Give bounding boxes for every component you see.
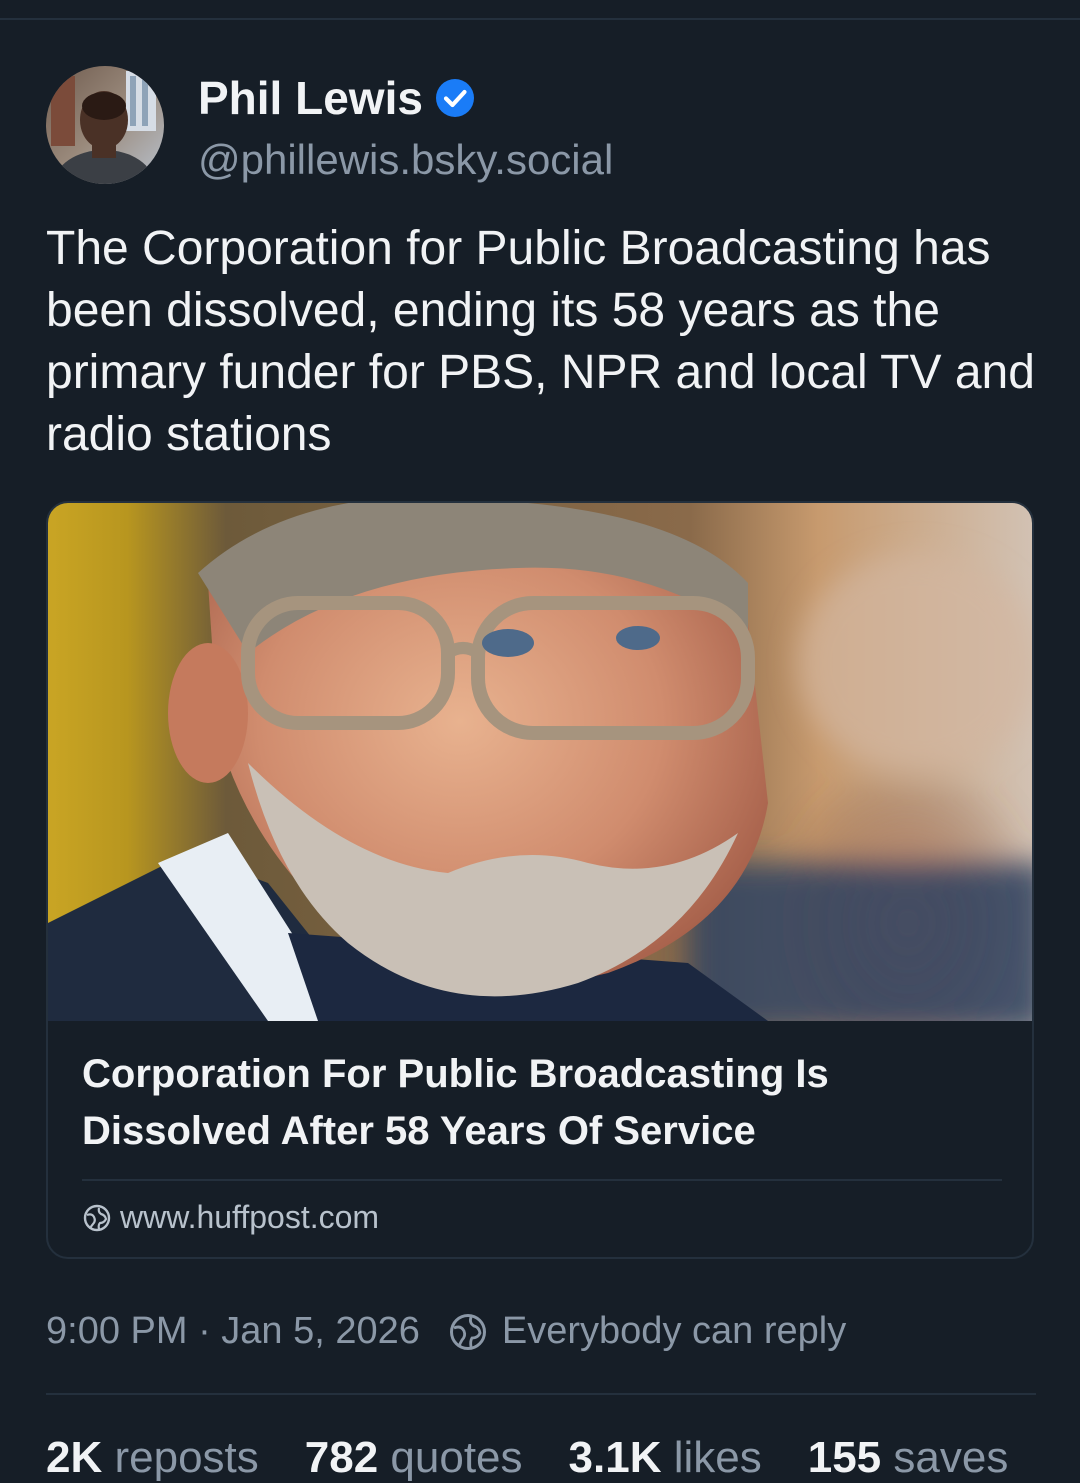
quotes-label: quotes bbox=[390, 1433, 523, 1482]
globe-icon bbox=[448, 1312, 488, 1352]
link-card-domain: www.huffpost.com bbox=[120, 1199, 380, 1235]
divider bbox=[0, 18, 1080, 20]
quotes-stat[interactable]: 782 quotes bbox=[305, 1433, 523, 1483]
likes-stat[interactable]: 3.1K likes bbox=[569, 1433, 762, 1483]
reposts-count: 2K bbox=[46, 1433, 115, 1482]
reply-setting[interactable]: Everybody can reply bbox=[502, 1310, 846, 1353]
likes-count: 3.1K bbox=[568, 1433, 674, 1482]
globe-icon bbox=[82, 1203, 112, 1233]
saves-label: saves bbox=[893, 1433, 1009, 1482]
avatar[interactable] bbox=[46, 66, 164, 184]
saves-count: 155 bbox=[807, 1433, 894, 1482]
quotes-count: 782 bbox=[304, 1433, 391, 1482]
reposts-label: reposts bbox=[114, 1433, 259, 1482]
link-card-title[interactable]: Corporation For Public Broadcasting Is D… bbox=[82, 1046, 982, 1160]
divider bbox=[82, 1179, 1002, 1181]
author-meta: Phil Lewis @phillewis.bsky.social bbox=[198, 66, 613, 186]
divider bbox=[46, 1393, 1036, 1395]
reposts-stat[interactable]: 2K reposts bbox=[46, 1433, 259, 1483]
link-card[interactable]: Corporation For Public Broadcasting Is D… bbox=[46, 501, 1034, 1259]
post-thread-view: Phil Lewis @phillewis.bsky.social The Co… bbox=[0, 0, 1080, 1483]
likes-label: likes bbox=[673, 1433, 762, 1482]
post-author[interactable]: Phil Lewis @phillewis.bsky.social bbox=[46, 66, 613, 186]
author-display-name[interactable]: Phil Lewis bbox=[198, 70, 423, 126]
link-card-thumbnail bbox=[48, 503, 1032, 1093]
link-card-domain-row: www.huffpost.com bbox=[82, 1199, 379, 1236]
post-meta-row: 9:00 PM · Jan 5, 2026 Everybody can repl… bbox=[46, 1310, 846, 1353]
author-handle[interactable]: @phillewis.bsky.social bbox=[198, 134, 613, 186]
name-line: Phil Lewis bbox=[198, 70, 613, 126]
post-timestamp: 9:00 PM · Jan 5, 2026 bbox=[46, 1310, 420, 1352]
saves-stat[interactable]: 155 saves bbox=[808, 1433, 1009, 1483]
post-stats: 2K reposts 782 quotes 3.1K likes 155 sav… bbox=[46, 1433, 1054, 1483]
post-text: The Corporation for Public Broadcasting … bbox=[46, 222, 1035, 461]
verified-badge-icon bbox=[435, 78, 475, 118]
